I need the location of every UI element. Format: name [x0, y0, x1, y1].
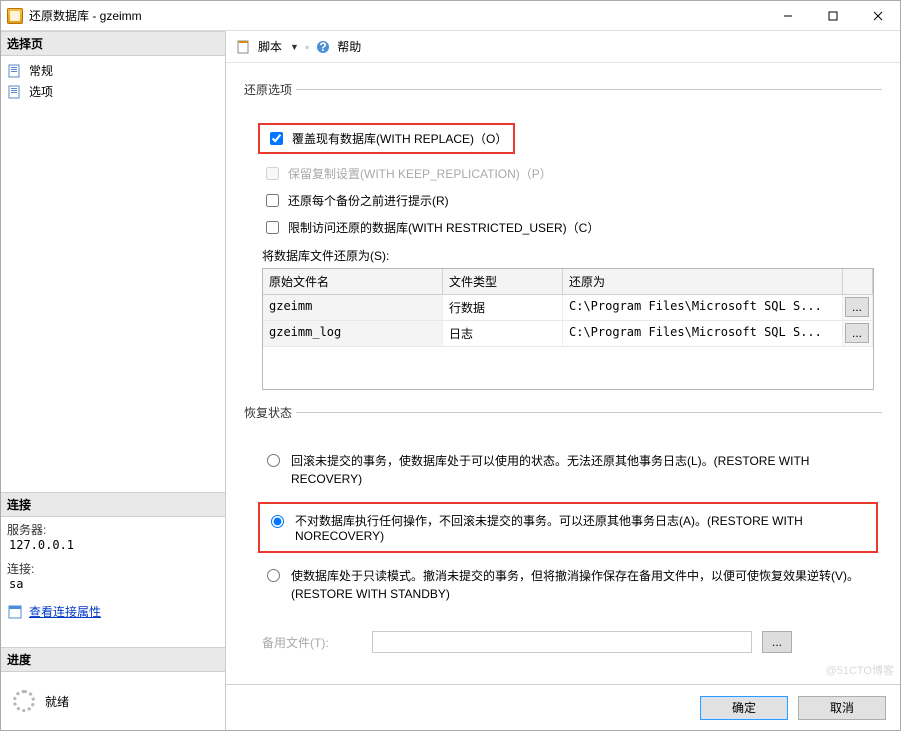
keep-replication-row: 保留复制设置(WITH KEEP_REPLICATION)（P） — [244, 160, 882, 187]
standby-file-input — [372, 631, 752, 653]
table-row[interactable]: gzeimm_log 日志 C:\Program Files\Microsoft… — [263, 321, 873, 347]
keep-replication-checkbox — [266, 167, 279, 180]
restore-database-dialog: 还原数据库 - gzeimm 选择页 常规 — [0, 0, 901, 731]
norecovery-label: 不对数据库执行任何操作，不回滚未提交的事务。可以还原其他事务日志(A)。(RES… — [295, 512, 870, 543]
recovery-label: 回滚未提交的事务，使数据库处于可以使用的状态。无法还原其他事务日志(L)。(RE… — [291, 452, 882, 488]
conn-value: sa — [7, 577, 225, 591]
conn-label: 连接: — [7, 560, 225, 577]
recovery-radio[interactable] — [267, 454, 280, 467]
nav-item-general[interactable]: 常规 — [7, 60, 225, 81]
table-empty-area — [263, 347, 873, 389]
restricted-user-checkbox[interactable] — [266, 221, 279, 234]
cell-type: 行数据 — [443, 295, 563, 320]
database-icon — [7, 8, 23, 24]
help-icon: ? — [315, 39, 331, 55]
cell-path: C:\Program Files\Microsoft SQL S... — [563, 295, 843, 320]
chevron-down-icon[interactable]: ▼ — [290, 42, 299, 52]
dialog-button-bar: 确定 取消 — [226, 684, 900, 730]
cancel-button[interactable]: 取消 — [798, 696, 886, 720]
browse-button[interactable]: ... — [845, 297, 869, 317]
maximize-button[interactable] — [810, 1, 855, 30]
restore-options-heading: 还原选项 — [244, 83, 296, 97]
cell-orig: gzeimm — [263, 295, 443, 320]
minimize-button[interactable] — [765, 1, 810, 30]
browse-button[interactable]: ... — [845, 323, 869, 343]
prompt-each-label: 还原每个备份之前进行提示(R) — [288, 192, 449, 209]
overwrite-label: 覆盖现有数据库(WITH REPLACE)（O） — [292, 130, 507, 147]
help-button[interactable]: 帮助 — [337, 38, 361, 55]
titlebar: 还原数据库 - gzeimm — [1, 1, 900, 31]
keep-replication-label: 保留复制设置(WITH KEEP_REPLICATION)（P） — [288, 165, 552, 182]
properties-icon — [7, 604, 23, 620]
svg-text:?: ? — [320, 40, 327, 54]
col-restore-as[interactable]: 还原为 — [563, 269, 843, 294]
table-row[interactable]: gzeimm 行数据 C:\Program Files\Microsoft SQ… — [263, 295, 873, 321]
recovery-state-heading: 恢复状态 — [244, 406, 296, 420]
restricted-user-label: 限制访问还原的数据库(WITH RESTRICTED_USER)（C） — [288, 219, 599, 236]
norecovery-radio[interactable] — [271, 515, 284, 528]
standby-radio[interactable] — [267, 569, 280, 582]
standby-label: 使数据库处于只读模式。撤消未提交的事务，但将撤消操作保存在备用文件中，以便可使恢… — [291, 567, 882, 603]
server-label: 服务器: — [7, 521, 225, 538]
nav-label: 选项 — [29, 83, 53, 100]
content-pane: 脚本 ▼ ▪ ? 帮助 还原选项 覆盖现有数据库(WITH REPLACE)（O… — [226, 31, 900, 730]
toolbar: 脚本 ▼ ▪ ? 帮助 — [226, 31, 900, 63]
progress-heading: 进度 — [1, 647, 225, 672]
recovery-state-group: 恢复状态 — [244, 412, 882, 430]
col-original-file[interactable]: 原始文件名 — [263, 269, 443, 294]
norecovery-highlight: 不对数据库执行任何操作，不回滚未提交的事务。可以还原其他事务日志(A)。(RES… — [258, 502, 878, 553]
nav-pane: 选择页 常规 选项 连接 服务器: 127. — [1, 31, 226, 730]
close-button[interactable] — [855, 1, 900, 30]
page-icon — [7, 63, 23, 79]
restore-options-group: 还原选项 — [244, 89, 882, 107]
progress-status: 就绪 — [45, 693, 69, 710]
cell-orig: gzeimm_log — [263, 321, 443, 346]
script-button[interactable]: 脚本 — [258, 38, 282, 55]
col-browse — [843, 269, 873, 294]
nav-item-options[interactable]: 选项 — [7, 81, 225, 102]
ok-button[interactable]: 确定 — [700, 696, 788, 720]
select-page-heading: 选择页 — [1, 31, 225, 56]
col-file-type[interactable]: 文件类型 — [443, 269, 563, 294]
prompt-each-checkbox[interactable] — [266, 194, 279, 207]
connection-heading: 连接 — [1, 492, 225, 517]
nav-label: 常规 — [29, 62, 53, 79]
overwrite-highlight: 覆盖现有数据库(WITH REPLACE)（O） — [258, 123, 515, 154]
view-connection-props[interactable]: 查看连接属性 — [7, 601, 225, 622]
page-icon — [7, 84, 23, 100]
progress-spinner-icon — [13, 690, 35, 712]
view-props-link[interactable]: 查看连接属性 — [29, 603, 101, 620]
standby-file-label: 备用文件(T): — [262, 634, 362, 651]
standby-browse-button[interactable]: ... — [762, 631, 792, 653]
restore-files-table: 原始文件名 文件类型 还原为 gzeimm 行数据 C:\Program Fil… — [262, 268, 874, 390]
window-title: 还原数据库 - gzeimm — [29, 7, 142, 24]
restore-as-label: 将数据库文件还原为(S): — [244, 241, 882, 268]
cell-path: C:\Program Files\Microsoft SQL S... — [563, 321, 843, 346]
overwrite-checkbox[interactable] — [270, 132, 283, 145]
script-icon — [236, 39, 252, 55]
cell-type: 日志 — [443, 321, 563, 346]
server-value: 127.0.0.1 — [7, 538, 225, 552]
